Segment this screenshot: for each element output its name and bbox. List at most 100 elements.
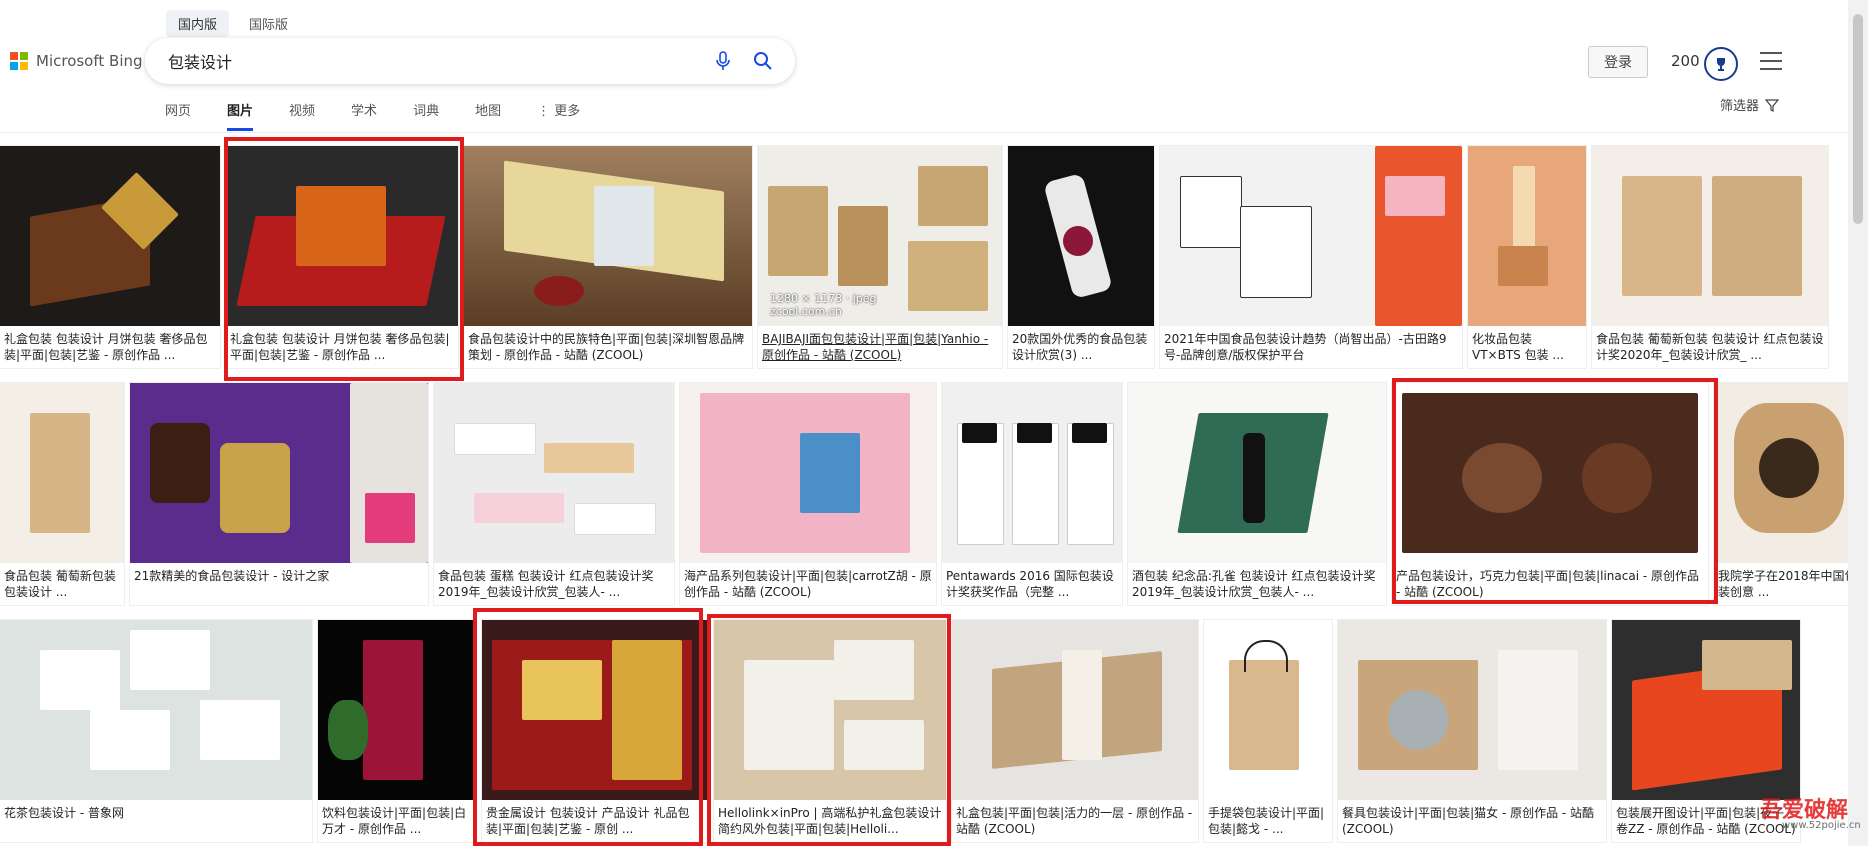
result-caption: 饮料包装设计|平面|包装|白万才 - 原创作品 ... [322,806,467,836]
results-row-3: 花茶包装设计 - 普象网 饮料包装设计|平面|包装|白万才 - 原创作品 ...… [0,620,1800,842]
result-caption: Hellolink×inPro | 高端私护礼盒包装设计 简约风外包装|平面|包… [718,806,942,836]
tab-more[interactable]: ⋮ 更多 [537,100,580,131]
result-caption: 21款精美的食品包装设计 - 设计之家 [134,569,330,583]
rewards-points[interactable]: 200 [1671,52,1700,70]
result-thumbnail [434,383,674,563]
filter-icon [1765,98,1780,112]
result-caption: 手提袋包装设计|平面|包装|懿戈 - ... [1208,806,1325,836]
tab-videos[interactable]: 视频 [289,100,315,131]
image-result[interactable]: 海产品系列包装设计|平面|包装|carrotZ胡 - 原创作品 - 站酷 (ZC… [680,383,936,605]
image-result[interactable]: 饮料包装设计|平面|包装|白万才 - 原创作品 ... [318,620,476,842]
top-bar: 国内版 国际版 Microsoft Bing 登录 200 网页 图片 视频 学… [0,0,1868,133]
result-thumbnail [942,383,1122,563]
result-thumbnail [1468,146,1586,326]
result-thumbnail [1714,383,1868,563]
result-caption: 贵金属设计 包装设计 产品设计 礼品包装|平面|包装|艺鉴 - 原创 ... [486,806,690,836]
image-result[interactable]: 产品包装设计，巧克力包装|平面|包装|linacai - 原创作品 - 站酷 (… [1392,383,1708,605]
result-caption: 化妆品包装 VT×BTS 包装 ... [1472,332,1564,362]
result-thumbnail [1392,383,1708,563]
search-icon[interactable] [743,41,783,81]
result-caption: 食品包装 葡萄新包装 包装设计 红点包装设计奖2020年_包装设计欣赏_ ... [1596,332,1824,362]
result-caption: 酒包装 纪念品:孔雀 包装设计 红点包装设计奖2019年_包装设计欣赏_包装人-… [1132,569,1376,599]
image-result[interactable]: 化妆品包装 VT×BTS 包装 ... [1468,146,1586,368]
result-thumbnail [1204,620,1332,800]
result-caption: 餐具包装设计|平面|包装|猫女 - 原创作品 - 站酷 (ZCOOL) [1342,806,1595,836]
image-result[interactable]: 食品包装 葡萄新包装 包装设计 ... [0,383,124,605]
image-dimensions: 1280 × 1173 · jpeg [770,292,877,305]
rewards-trophy-icon[interactable] [1704,47,1738,81]
result-thumbnail [226,146,458,326]
watermark: 吾爱破解 www.52pojie.cn [1760,792,1861,831]
result-caption: 礼盒包装 包装设计 月饼包装 奢侈品包装|平面|包装|艺鉴 - 原创作品 ... [230,332,450,362]
result-thumbnail [464,146,752,326]
scrollbar-thumb[interactable] [1853,14,1863,224]
result-thumbnail [318,620,476,800]
filter-label: 筛选器 [1720,99,1760,114]
result-caption: 产品包装设计，巧克力包装|平面|包装|linacai - 原创作品 - 站酷 (… [1396,569,1700,599]
result-thumbnail [0,383,124,563]
bing-logo[interactable]: Microsoft Bing [10,52,143,70]
result-thumbnail [1612,620,1800,800]
result-thumbnail [952,620,1198,800]
microsoft-logo-icon [10,52,28,70]
image-result[interactable]: 花茶包装设计 - 普象网 [0,620,312,842]
image-result[interactable]: 礼盒包装|平面|包装|活力的一层 - 原创作品 - 站酷 (ZCOOL) [952,620,1198,842]
result-caption: 食品包装设计中的民族特色|平面|包装|深圳智恩品牌策划 - 原创作品 - 站酷 … [468,332,745,362]
result-thumbnail [0,620,312,800]
result-caption: 食品包装 葡萄新包装 包装设计 ... [4,569,116,599]
image-result[interactable]: Hellolink×inPro | 高端私护礼盒包装设计 简约风外包装|平面|包… [714,620,946,842]
result-caption: 礼盒包装|平面|包装|活力的一层 - 原创作品 - 站酷 (ZCOOL) [956,806,1193,836]
tab-dictionary[interactable]: 词典 [413,100,439,131]
image-result[interactable]: 食品包装 葡萄新包装 包装设计 红点包装设计奖2020年_包装设计欣赏_ ... [1592,146,1828,368]
image-source[interactable]: zcool.com.cn [770,305,876,318]
region-tabs: 国内版 国际版 [166,10,300,37]
image-result[interactable]: 礼盒包装 包装设计 月饼包装 奢侈品包装|平面|包装|艺鉴 - 原创作品 ... [226,146,458,368]
result-thumbnail [680,383,936,563]
watermark-url: www.52pojie.cn [1782,820,1861,831]
search-box [145,38,795,84]
result-caption: 海产品系列包装设计|平面|包装|carrotZ胡 - 原创作品 - 站酷 (ZC… [684,569,932,599]
filter-button[interactable]: 筛选器 [1720,95,1780,114]
results-row-2: 食品包装 葡萄新包装 包装设计 ... 21款精美的食品包装设计 - 设计之家 … [0,383,1868,605]
image-result[interactable]: 2021年中国食品包装设计趋势（尚智出品）-古田路9号-品牌创意/版权保护平台 [1160,146,1462,368]
tab-academic[interactable]: 学术 [351,100,377,131]
image-result[interactable]: 食品包装 蛋糕 包装设计 红点包装设计奖2019年_包装设计欣赏_包装人- ..… [434,383,674,605]
image-result[interactable]: 酒包装 纪念品:孔雀 包装设计 红点包装设计奖2019年_包装设计欣赏_包装人-… [1128,383,1386,605]
result-thumbnail [714,620,946,800]
result-caption: 食品包装 蛋糕 包装设计 红点包装设计奖2019年_包装设计欣赏_包装人- ..… [438,569,654,599]
result-thumbnail [0,146,220,326]
result-caption: 礼盒包装 包装设计 月饼包装 奢侈品包装|平面|包装|艺鉴 - 原创作品 ... [4,332,208,362]
image-result[interactable]: Pentawards 2016 国际包装设计奖获奖作品（完整 ... [942,383,1122,605]
hamburger-menu-icon[interactable] [1760,52,1782,70]
results-row-1: 礼盒包装 包装设计 月饼包装 奢侈品包装|平面|包装|艺鉴 - 原创作品 ...… [0,146,1828,368]
image-result[interactable]: 20款国外优秀的食品包装设计欣赏(3) ... [1008,146,1154,368]
image-result[interactable]: 餐具包装设计|平面|包装|猫女 - 原创作品 - 站酷 (ZCOOL) [1338,620,1606,842]
image-result[interactable]: 礼盒包装 包装设计 月饼包装 奢侈品包装|平面|包装|艺鉴 - 原创作品 ... [0,146,220,368]
image-result[interactable]: 21款精美的食品包装设计 - 设计之家 [130,383,428,605]
tab-maps[interactable]: 地图 [475,100,501,131]
result-caption: 2021年中国食品包装设计趋势（尚智出品）-古田路9号-品牌创意/版权保护平台 [1164,332,1447,362]
result-caption: Pentawards 2016 国际包装设计奖获奖作品（完整 ... [946,569,1114,599]
search-input[interactable] [166,50,703,72]
image-result[interactable]: 食品包装设计中的民族特色|平面|包装|深圳智恩品牌策划 - 原创作品 - 站酷 … [464,146,752,368]
tab-web[interactable]: 网页 [165,100,191,131]
result-thumbnail: 1280 × 1173 · jpeg zcool.com.cn [758,146,1002,326]
image-result[interactable]: 手提袋包装设计|平面|包装|懿戈 - ... [1204,620,1332,842]
result-thumbnail [130,383,428,563]
region-tab-domestic[interactable]: 国内版 [166,10,230,37]
region-tab-international[interactable]: 国际版 [237,10,300,37]
result-thumbnail [1338,620,1606,800]
result-caption: 花茶包装设计 - 普象网 [4,806,124,820]
result-thumbnail [1592,146,1828,326]
image-result[interactable]: 1280 × 1173 · jpeg zcool.com.cn BAJIBAJI面… [758,146,1002,368]
tab-images[interactable]: 图片 [227,100,254,131]
logo-text: Microsoft Bing [36,52,143,70]
result-caption: 20款国外优秀的食品包装设计欣赏(3) ... [1012,332,1148,362]
result-caption: BAJIBAJI面包包装设计|平面|包装|Yanhio - 原创作品 - 站酷 … [762,332,989,362]
login-button[interactable]: 登录 [1588,46,1648,78]
result-caption: 我院学子在2018年中国包装创意 ... [1718,569,1857,599]
image-result[interactable]: 我院学子在2018年中国包装创意 ... [1714,383,1868,605]
image-result[interactable]: 贵金属设计 包装设计 产品设计 礼品包装|平面|包装|艺鉴 - 原创 ... [482,620,708,842]
microphone-icon[interactable] [703,41,743,81]
result-thumbnail [1128,383,1386,563]
